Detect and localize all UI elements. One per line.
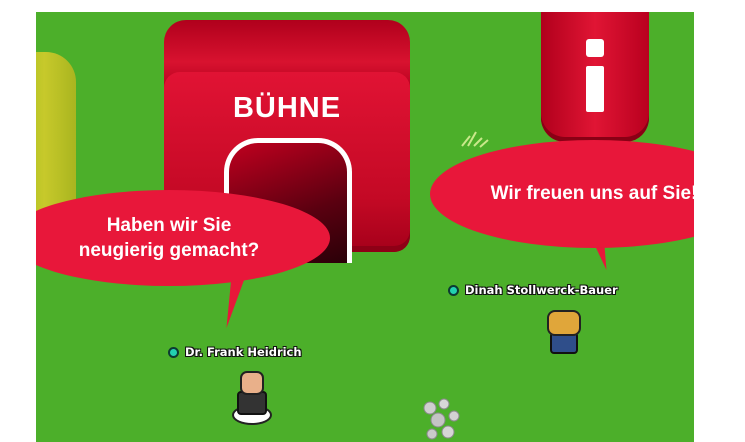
online-status-icon — [168, 346, 179, 358]
sparkle-decoration — [461, 131, 489, 148]
stage-building-label: BÜHNE — [232, 92, 342, 124]
online-status-icon — [448, 284, 459, 296]
speech-bubble-left: Haben wir Sie neugierig gemacht? — [36, 190, 330, 286]
avatar-head — [547, 310, 581, 336]
speech-bubble-line: Wir freuen uns auf Sie! — [490, 183, 694, 204]
speech-bubble-tail — [220, 276, 246, 328]
player-name: Dr. Frank Heidrich — [185, 345, 302, 359]
info-icon — [586, 39, 604, 57]
speech-bubble-line: neugierig gemacht? — [78, 240, 260, 261]
player-name: Dinah Stollwerck-Bauer — [465, 283, 618, 297]
player-nametag[interactable]: Dinah Stollwerck-Bauer — [448, 283, 618, 297]
game-map[interactable]: BÜHNE Haben wir Sie neugierig gemacht? W… — [36, 12, 694, 442]
info-pillar[interactable] — [541, 12, 649, 142]
avatar-head — [240, 371, 264, 395]
player-nametag[interactable]: Dr. Frank Heidrich — [168, 345, 302, 359]
info-icon-stem — [586, 66, 604, 112]
rocks-decoration — [423, 398, 460, 440]
speech-bubble-line: Haben wir Sie — [106, 215, 232, 236]
player-avatar[interactable] — [230, 369, 272, 425]
speech-bubble-right: Wir freuen uns auf Sie! — [430, 140, 694, 248]
player-avatar[interactable] — [542, 310, 582, 362]
